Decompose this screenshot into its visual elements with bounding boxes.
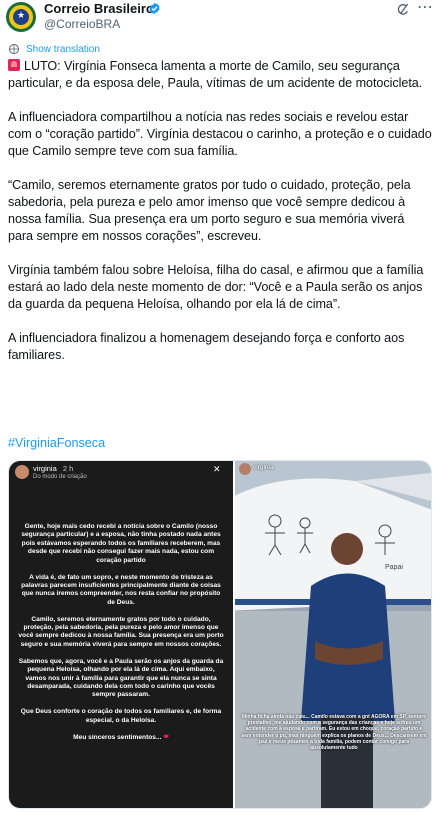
story-screenshot-left[interactable]: virginia 2 h Do modo de criação ✕ Gente,…	[9, 461, 233, 808]
post-header: ★ Correio Brasileiro @CorreioBRA ⋯	[0, 0, 437, 36]
story-username: virginia	[33, 464, 57, 473]
story-paragraph: Camilo, seremos eternamente gratos por t…	[18, 615, 224, 648]
story-paragraph: Que Deus conforte o coração de todos os …	[20, 708, 222, 724]
story-time: 2 h	[62, 464, 74, 473]
user-handle[interactable]: @CorreioBRA	[44, 17, 120, 31]
story-paragraph: Meu sinceros sentimentos... ❤	[17, 734, 225, 742]
plane-drawing-label: Papai	[385, 564, 403, 571]
verified-badge-icon	[149, 2, 160, 15]
story-paragraph: Gente, hoje mais cedo recebi a notícia s…	[21, 523, 221, 564]
post-paragraph: LUTO: Virgínia Fonseca lamenta a morte d…	[8, 59, 423, 90]
story-paragraph: A vida é, de fato um sopro, e neste mome…	[21, 573, 221, 606]
hashtag-link[interactable]: #VirginiaFonseca	[8, 436, 105, 450]
show-translation-label[interactable]: Show translation	[26, 44, 100, 55]
post-paragraph: A influenciadora compartilhou a notícia …	[8, 110, 432, 158]
display-name[interactable]: Correio Brasileiro	[44, 1, 154, 17]
post-paragraph: A influenciadora finalizou a homenagem d…	[8, 331, 405, 362]
story-caption: Minha ficha ainda não caiu... Camilo est…	[241, 714, 427, 752]
siren-emoji-icon	[8, 59, 20, 71]
story-user-line: virginia 2 h	[33, 464, 73, 473]
story-close-icon: ✕	[213, 465, 221, 475]
story-username: virginia	[253, 464, 274, 471]
airplane-photo: Papai	[235, 461, 431, 808]
story-last-line: Meu sinceros sentimentos...	[73, 733, 162, 741]
story-avatar	[15, 465, 29, 479]
avatar-star-icon: ★	[16, 11, 26, 21]
story-screenshot-right[interactable]: Papai virginia Minha ficha ainda não cai…	[235, 461, 431, 808]
grok-icon[interactable]	[395, 2, 411, 18]
post-paragraph: “Camilo, seremos eternamente gratos por …	[8, 178, 411, 243]
story-text: Gente, hoje mais cedo recebi a notícia s…	[17, 523, 225, 751]
translate-icon	[9, 44, 19, 54]
story-paragraph: Sabemos que, agora, você e a Paula serão…	[18, 657, 224, 699]
story-header: virginia 2 h Do modo de criação ✕	[13, 463, 227, 485]
more-options-icon[interactable]: ⋯	[416, 0, 434, 18]
show-translation-link[interactable]: Show translation	[8, 42, 100, 56]
media-grid: virginia 2 h Do modo de criação ✕ Gente,…	[8, 460, 432, 809]
avatar[interactable]: ★	[6, 2, 36, 32]
post-text: LUTO: Virgínia Fonseca lamenta a morte d…	[8, 58, 432, 364]
story-subtitle: Do modo de criação	[33, 474, 87, 480]
post-paragraph: Virgínia também falou sobre Heloísa, fil…	[8, 263, 424, 311]
broken-heart-icon: ❤	[163, 733, 169, 741]
story-avatar	[239, 463, 251, 475]
